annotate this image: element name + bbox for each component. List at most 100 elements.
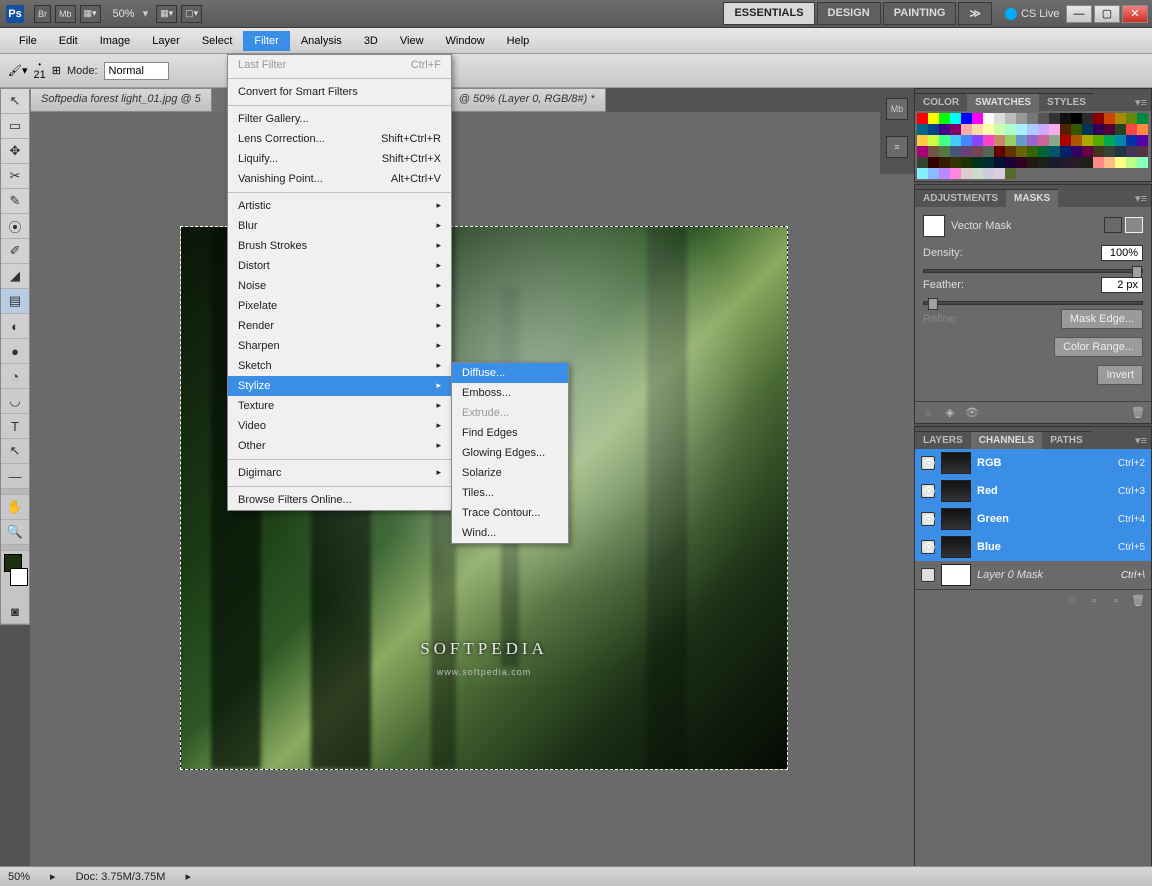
layers-tab[interactable]: LAYERS [915, 431, 971, 449]
screen-mode-dropdown[interactable]: ▢▾ [181, 5, 202, 23]
swatch-cell[interactable] [1115, 146, 1126, 157]
swatch-cell[interactable] [1016, 124, 1027, 135]
swatch-cell[interactable] [1005, 135, 1016, 146]
load-selection-icon[interactable]: ◌ [921, 406, 935, 420]
submenu-item-wind-[interactable]: Wind... [452, 523, 568, 543]
menu-item-lens-correction-[interactable]: Lens Correction...Shift+Ctrl+R [228, 129, 451, 149]
swatch-cell[interactable] [1115, 157, 1126, 168]
menu-file[interactable]: File [8, 31, 48, 51]
swatch-cell[interactable] [939, 157, 950, 168]
quick-mask-button[interactable]: ◙ [1, 599, 29, 624]
swatch-cell[interactable] [983, 113, 994, 124]
cs-live-button[interactable]: CS Live▾ [1005, 7, 1072, 20]
swatch-cell[interactable] [1137, 124, 1148, 135]
minimize-button[interactable]: — [1066, 5, 1092, 23]
visibility-icon[interactable]: 👁 [921, 512, 935, 526]
swatch-cell[interactable] [1115, 113, 1126, 124]
menu-item-filter-gallery-[interactable]: Filter Gallery... [228, 109, 451, 129]
swatch-cell[interactable] [1093, 157, 1104, 168]
swatch-cell[interactable] [950, 113, 961, 124]
swatch-cell[interactable] [928, 157, 939, 168]
workspace-more[interactable]: ≫ [958, 2, 992, 25]
swatch-cell[interactable] [1027, 113, 1038, 124]
swatch-cell[interactable] [1038, 124, 1049, 135]
swatch-cell[interactable] [972, 135, 983, 146]
menu-item-sketch[interactable]: Sketch [228, 356, 451, 376]
swatch-cell[interactable] [972, 146, 983, 157]
density-value[interactable]: 100% [1101, 245, 1143, 261]
tool-9[interactable]: ◐ [1, 314, 29, 339]
swatch-cell[interactable] [1093, 146, 1104, 157]
feather-slider[interactable] [923, 301, 1143, 305]
swatch-cell[interactable] [961, 146, 972, 157]
swatch-cell[interactable] [972, 113, 983, 124]
swatch-cell[interactable] [1027, 135, 1038, 146]
menu-item-noise[interactable]: Noise [228, 276, 451, 296]
masks-tab[interactable]: MASKS [1006, 189, 1058, 207]
save-selection-icon[interactable]: ▫ [1087, 594, 1101, 608]
swatch-cell[interactable] [950, 157, 961, 168]
swatch-cell[interactable] [1016, 135, 1027, 146]
swatch-cell[interactable] [972, 168, 983, 179]
swatch-cell[interactable] [950, 168, 961, 179]
chevron-right-icon[interactable]: ▸ [185, 870, 191, 883]
swatch-cell[interactable] [1093, 113, 1104, 124]
workspace-essentials[interactable]: ESSENTIALS [723, 2, 814, 25]
channel-layer-0-mask[interactable]: Layer 0 MaskCtrl+\ [915, 561, 1151, 589]
swatch-cell[interactable] [1104, 124, 1115, 135]
swatch-cell[interactable] [961, 113, 972, 124]
blend-mode-select[interactable]: Normal [104, 62, 169, 80]
swatch-cell[interactable] [917, 157, 928, 168]
menu-item-brush-strokes[interactable]: Brush Strokes [228, 236, 451, 256]
vector-mask-button[interactable] [1125, 217, 1143, 233]
swatch-cell[interactable] [928, 124, 939, 135]
swatch-cell[interactable] [917, 124, 928, 135]
swatch-cell[interactable] [1060, 157, 1071, 168]
menu-analysis[interactable]: Analysis [290, 31, 353, 51]
swatch-cell[interactable] [1115, 135, 1126, 146]
swatch-cell[interactable] [983, 135, 994, 146]
menu-select[interactable]: Select [191, 31, 244, 51]
delete-channel-icon[interactable]: 🗑 [1131, 594, 1145, 608]
swatch-cell[interactable] [939, 113, 950, 124]
swatch-cell[interactable] [1126, 135, 1137, 146]
submenu-item-emboss-[interactable]: Emboss... [452, 383, 568, 403]
arrange-dropdown[interactable]: ▦▾ [156, 5, 177, 23]
swatch-cell[interactable] [1104, 146, 1115, 157]
swatch-cell[interactable] [928, 113, 939, 124]
swatch-cell[interactable] [1038, 146, 1049, 157]
channel-red[interactable]: 👁RedCtrl+3 [915, 477, 1151, 505]
menu-view[interactable]: View [389, 31, 435, 51]
swatch-cell[interactable] [1137, 113, 1148, 124]
workspace-design[interactable]: DESIGN [817, 2, 881, 25]
submenu-item-tiles-[interactable]: Tiles... [452, 483, 568, 503]
delete-mask-icon[interactable]: 🗑 [1131, 406, 1145, 420]
swatch-cell[interactable] [1027, 157, 1038, 168]
swatch-cell[interactable] [1005, 168, 1016, 179]
swatch-cell[interactable] [917, 135, 928, 146]
menu-item-render[interactable]: Render [228, 316, 451, 336]
submenu-item-trace-contour-[interactable]: Trace Contour... [452, 503, 568, 523]
minibridge-button[interactable]: Mb [55, 5, 76, 23]
styles-tab[interactable]: STYLES [1039, 93, 1094, 111]
workspace-painting[interactable]: PAINTING [883, 2, 957, 25]
swatch-cell[interactable] [994, 146, 1005, 157]
color-range-button[interactable]: Color Range... [1054, 337, 1143, 357]
swatch-cell[interactable] [1126, 157, 1137, 168]
invert-mask-button[interactable]: Invert [1097, 365, 1143, 385]
swatch-cell[interactable] [1038, 113, 1049, 124]
swatch-cell[interactable] [1060, 124, 1071, 135]
swatch-cell[interactable] [972, 157, 983, 168]
swatch-cell[interactable] [1137, 135, 1148, 146]
swatch-cell[interactable] [939, 135, 950, 146]
swatch-cell[interactable] [1005, 124, 1016, 135]
swatch-cell[interactable] [1104, 113, 1115, 124]
tool-4[interactable]: ✎ [1, 189, 29, 214]
swatch-cell[interactable] [939, 146, 950, 157]
submenu-item-diffuse-[interactable]: Diffuse... [452, 363, 568, 383]
color-tab[interactable]: COLOR [915, 93, 967, 111]
swatch-cell[interactable] [961, 157, 972, 168]
close-button[interactable]: ✕ [1122, 5, 1148, 23]
menu-item-liquify-[interactable]: Liquify...Shift+Ctrl+X [228, 149, 451, 169]
swatch-cell[interactable] [1115, 124, 1126, 135]
